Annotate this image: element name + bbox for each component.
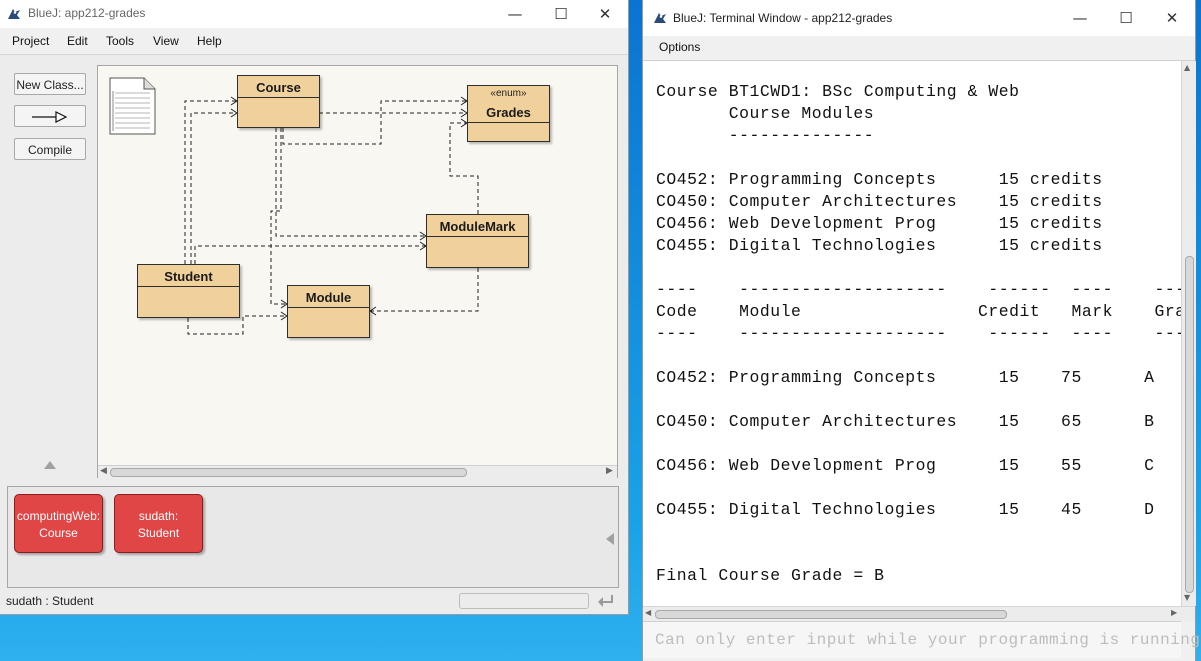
object-type: Course (39, 526, 78, 540)
class-grades-divider (468, 122, 549, 123)
terminal-line: -------------- (656, 126, 875, 145)
terminal-maximize-button[interactable]: ☐ (1103, 0, 1149, 36)
class-course[interactable]: Course (237, 75, 320, 128)
scroll-left-icon[interactable]: ◀ (645, 608, 651, 617)
terminal-window: BlueJ: Terminal Window - app212-grades —… (643, 0, 1200, 661)
object-computingweb[interactable]: computingWeb: Course (14, 494, 103, 553)
menu-view[interactable]: View (153, 34, 179, 48)
class-diagram-canvas[interactable]: Course «enum» Grades ModuleMark Student … (97, 65, 618, 478)
terminal-line: Course BT1CWD1: BSc Computing & Web (656, 82, 1020, 101)
inheritance-arrow-icon (32, 111, 68, 123)
terminal-line: CO450: Computer Architectures 15 credits (656, 192, 1103, 211)
terminal-close-button[interactable]: ✕ (1149, 0, 1195, 36)
collapse-up-icon[interactable] (43, 460, 57, 470)
terminal-menu-bar: Options (643, 36, 1195, 61)
minimize-button[interactable]: — (492, 0, 538, 28)
collapse-left-icon[interactable] (605, 532, 615, 546)
scrollbar-thumb[interactable] (110, 468, 467, 477)
terminal-title: BlueJ: Terminal Window - app212-grades (673, 11, 893, 25)
class-grades-stereotype: «enum» (490, 88, 527, 99)
menu-edit[interactable]: Edit (67, 34, 88, 48)
terminal-line: Course Modules (656, 104, 875, 123)
terminal-output[interactable]: Course BT1CWD1: BSc Computing & Web Cour… (643, 61, 1181, 606)
scroll-up-icon[interactable]: ▲ (1184, 63, 1190, 72)
object-sudath[interactable]: sudath: Student (114, 494, 203, 553)
terminal-input-field[interactable]: Can only enter input while your programm… (643, 621, 1200, 658)
terminal-line: CO452: Programming Concepts 15 75 A (656, 368, 1155, 387)
terminal-line: Code Module Credit Mark Grade (656, 302, 1181, 321)
terminal-line: Final Course Grade = B (656, 566, 885, 585)
object-type: Student (137, 526, 180, 540)
class-course-name: Course (256, 80, 301, 95)
class-student-name: Student (164, 269, 213, 284)
terminal-input-placeholder: Can only enter input while your programm… (655, 631, 1201, 649)
terminal-line: CO455: Digital Technologies 15 45 D (656, 500, 1155, 519)
menu-options[interactable]: Options (659, 40, 700, 54)
terminal-line: ---- -------------------- ------ ---- --… (656, 324, 1181, 343)
scroll-down-icon[interactable]: ▼ (1184, 593, 1190, 602)
scroll-right-icon[interactable]: ▶ (1171, 608, 1177, 617)
object-bench: computingWeb: Course sudath: Student (7, 486, 619, 588)
menu-help[interactable]: Help (197, 34, 222, 48)
window-title: BlueJ: app212-grades (28, 6, 146, 20)
menu-tools[interactable]: Tools (106, 34, 134, 48)
progress-bar (459, 593, 589, 609)
terminal-horizontal-scrollbar[interactable]: ◀ ▶ (643, 606, 1195, 621)
object-name: sudath: (138, 509, 179, 523)
scroll-left-icon[interactable]: ◀ (100, 466, 107, 476)
main-titlebar[interactable]: BlueJ: app212-grades — ☐ ✕ (0, 0, 628, 28)
class-student-divider (138, 286, 239, 287)
menu-project[interactable]: Project (12, 34, 49, 48)
terminal-line: CO452: Programming Concepts 15 credits (656, 170, 1103, 189)
class-module-divider (288, 307, 369, 308)
class-grades[interactable]: «enum» Grades (467, 85, 550, 142)
reset-machine-icon[interactable] (596, 592, 616, 610)
class-course-divider (238, 97, 319, 98)
terminal-titlebar[interactable]: BlueJ: Terminal Window - app212-grades —… (643, 0, 1195, 36)
terminal-line: CO456: Web Development Prog 15 55 C (656, 456, 1155, 475)
terminal-line: CO450: Computer Architectures 15 65 B (656, 412, 1155, 431)
object-name: computingWeb: (16, 509, 101, 523)
new-class-button[interactable]: New Class... (14, 73, 86, 95)
bluej-logo-icon (8, 9, 20, 19)
status-bar: sudath : Student (0, 590, 628, 614)
class-student[interactable]: Student (137, 264, 240, 318)
terminal-line: CO456: Web Development Prog 15 credits (656, 214, 1103, 233)
class-modulemark-divider (427, 236, 528, 237)
status-text: sudath : Student (6, 594, 94, 608)
class-module-name: Module (305, 290, 352, 305)
class-module[interactable]: Module (287, 285, 370, 338)
scrollbar-thumb[interactable] (1185, 256, 1194, 593)
readme-file-icon[interactable] (109, 77, 156, 135)
compile-button[interactable]: Compile (14, 138, 86, 160)
terminal-line: CO455: Digital Technologies 15 credits (656, 236, 1103, 255)
class-modulemark-name: ModuleMark (439, 219, 516, 234)
terminal-minimize-button[interactable]: — (1057, 0, 1103, 36)
class-grades-name: Grades (486, 105, 531, 120)
menu-bar: Project Edit Tools View Help (0, 28, 628, 55)
diagram-horizontal-scrollbar[interactable]: ◀ ▶ (98, 465, 617, 478)
new-inheritance-arrow-button[interactable] (14, 105, 86, 127)
maximize-button[interactable]: ☐ (538, 0, 584, 28)
bluej-main-window: BlueJ: app212-grades — ☐ ✕ Project Edit … (0, 0, 628, 614)
terminal-vertical-scrollbar[interactable]: ▲ ▼ (1181, 61, 1196, 606)
scrollbar-thumb[interactable] (655, 610, 1007, 619)
close-button[interactable]: ✕ (582, 0, 628, 28)
bluej-logo-icon (654, 13, 666, 23)
scroll-right-icon[interactable]: ▶ (606, 466, 613, 476)
terminal-line: ---- -------------------- ------ ---- --… (656, 280, 1181, 299)
class-modulemark[interactable]: ModuleMark (426, 214, 529, 268)
